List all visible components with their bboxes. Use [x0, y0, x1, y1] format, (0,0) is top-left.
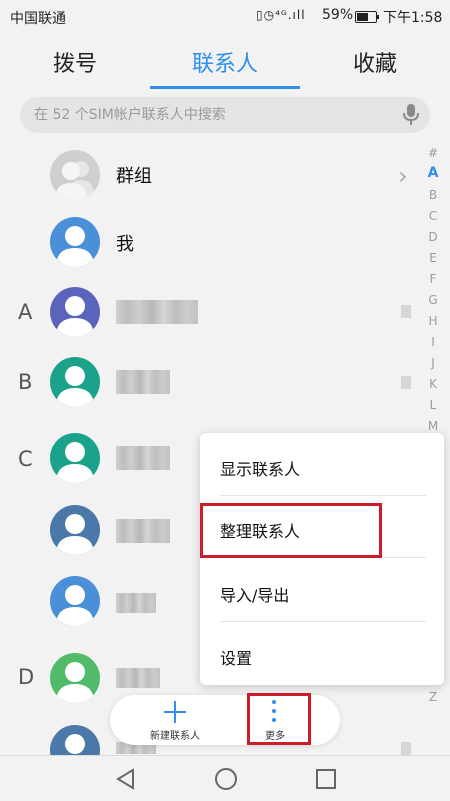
- highlight-box-more: [247, 693, 311, 745]
- chevron-right-icon: ›: [398, 162, 408, 190]
- my-avatar: [50, 217, 100, 267]
- recent-apps-icon[interactable]: [316, 769, 336, 789]
- section-letter-d: D: [18, 665, 35, 689]
- contact-name-blurred[interactable]: [116, 668, 160, 688]
- index-letter[interactable]: F: [423, 272, 443, 286]
- index-letter[interactable]: M: [423, 419, 443, 433]
- tab-favorites[interactable]: 收藏: [300, 46, 450, 78]
- index-letter[interactable]: J: [423, 356, 443, 370]
- back-icon[interactable]: [115, 768, 135, 790]
- sim-card-icon: [401, 742, 411, 755]
- index-letter[interactable]: C: [423, 209, 443, 223]
- search-bar[interactable]: [20, 97, 430, 133]
- index-letter[interactable]: Z: [423, 690, 443, 704]
- menu-divider: [220, 621, 426, 622]
- battery-percent: 59%: [322, 7, 354, 23]
- contact-avatar: [50, 287, 100, 337]
- microphone-icon[interactable]: [401, 104, 421, 126]
- contact-name-blurred[interactable]: [116, 519, 170, 543]
- status-icons: ▯◷⁴ᴳ.ıll: [256, 8, 306, 22]
- index-letter[interactable]: H: [423, 314, 443, 328]
- section-letter-c: C: [18, 447, 33, 471]
- index-letter[interactable]: #: [423, 146, 443, 160]
- battery-icon: [355, 11, 379, 23]
- menu-item-settings[interactable]: 设置: [220, 645, 252, 669]
- menu-item-show-contacts[interactable]: 显示联系人: [220, 456, 300, 480]
- index-letter[interactable]: I: [423, 335, 443, 349]
- index-letter[interactable]: G: [423, 293, 443, 307]
- system-nav-bar: [0, 755, 450, 801]
- plus-icon: [164, 701, 186, 723]
- contact-avatar: [50, 653, 100, 703]
- sim-card-icon: [401, 376, 411, 389]
- contact-name-blurred[interactable]: [116, 300, 198, 324]
- my-profile-label[interactable]: 我: [116, 230, 134, 256]
- carrier-name: 中国联通: [10, 11, 66, 27]
- index-letter[interactable]: E: [423, 251, 443, 265]
- clock-time: 下午1:58: [383, 10, 443, 26]
- more-options-menu: 显示联系人 整理联系人 导入/导出 设置: [200, 433, 444, 685]
- sim-card-icon: [401, 305, 411, 318]
- tab-dialer[interactable]: 拨号: [0, 46, 150, 78]
- contact-name-blurred[interactable]: [116, 446, 170, 470]
- search-input[interactable]: [34, 97, 394, 133]
- contact-name-blurred[interactable]: [116, 370, 170, 394]
- tab-contacts[interactable]: 联系人: [150, 46, 300, 78]
- highlight-box-organize: [200, 503, 382, 558]
- index-letter[interactable]: L: [423, 398, 443, 412]
- home-icon[interactable]: [215, 768, 237, 790]
- section-letter-a: A: [18, 300, 33, 324]
- group-avatar: [50, 150, 100, 200]
- contact-name-blurred[interactable]: [116, 593, 156, 613]
- section-letter-b: B: [18, 370, 33, 394]
- contact-avatar: [50, 433, 100, 483]
- index-letter[interactable]: K: [423, 377, 443, 391]
- contact-avatar: [50, 505, 100, 555]
- group-label[interactable]: 群组: [116, 162, 152, 188]
- active-tab-indicator: [150, 86, 300, 89]
- index-letter[interactable]: B: [423, 188, 443, 202]
- menu-item-import-export[interactable]: 导入/导出: [220, 582, 289, 606]
- new-contact-label: 新建联系人: [150, 731, 200, 742]
- index-letter[interactable]: D: [423, 230, 443, 244]
- index-letter-active[interactable]: A: [423, 165, 443, 181]
- contact-avatar: [50, 357, 100, 407]
- tab-bar: 拨号 联系人 收藏: [0, 32, 450, 90]
- status-bar: 中国联通 ▯◷⁴ᴳ.ıll 59% 下午1:58: [0, 0, 450, 32]
- menu-divider: [220, 495, 426, 496]
- contact-avatar: [50, 576, 100, 626]
